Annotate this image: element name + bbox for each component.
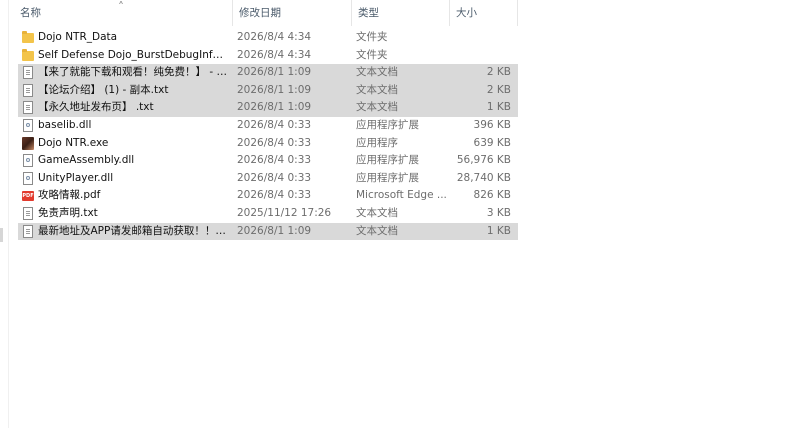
file-modified-date: 2026/8/4 0:33 <box>237 171 312 184</box>
pdf-file-icon: PDF <box>22 191 34 202</box>
file-size: 28,740 KB <box>456 171 511 184</box>
text-file-icon <box>23 83 33 97</box>
file-modified-date: 2026/8/4 0:33 <box>237 154 312 167</box>
file-size: 1 KB <box>486 101 511 114</box>
file-name: 【永久地址发布页】 .txt <box>38 101 154 114</box>
dll-file-icon <box>23 118 33 132</box>
file-row[interactable]: 【永久地址发布页】 .txt 2026/8/1 1:09 文本文档 1 KB <box>18 99 518 117</box>
file-row[interactable]: 最新地址及APP请发邮箱自动获取！！！... 2026/8/1 1:09 文本文档 1… <box>18 222 518 241</box>
file-size: 639 KB <box>473 136 511 149</box>
file-row[interactable]: Self Defense Dojo_BurstDebugInform... 202… <box>18 47 518 65</box>
column-header-date[interactable]: 修改日期 <box>233 0 352 26</box>
file-name: GameAssembly.dll <box>38 154 135 167</box>
file-size: 2 KB <box>486 83 511 96</box>
file-row[interactable]: Dojo NTR_Data 2026/8/4 4:34 文件夹 <box>18 29 518 47</box>
folder-icon <box>22 31 34 43</box>
file-modified-date: 2026/8/4 0:33 <box>237 189 312 202</box>
text-file-icon <box>23 206 33 220</box>
file-size: 1 KB <box>486 224 511 237</box>
file-row[interactable]: GameAssembly.dll 2026/8/4 0:33 应用程序扩展 56,97… <box>18 152 518 170</box>
file-size: 396 KB <box>473 118 511 131</box>
column-header-date-label: 修改日期 <box>239 7 281 19</box>
file-name: 免责声明.txt <box>38 206 98 219</box>
file-name: baselib.dll <box>38 118 92 131</box>
file-row[interactable]: baselib.dll 2026/8/4 0:33 应用程序扩展 396 KB <box>18 117 518 135</box>
file-name: Self Defense Dojo_BurstDebugInform... <box>38 48 228 61</box>
file-size: 2 KB <box>486 66 511 79</box>
column-header-type-label: 类型 <box>358 7 379 19</box>
file-modified-date: 2026/8/4 4:34 <box>237 31 312 43</box>
file-name: 最新地址及APP请发邮箱自动获取！！！... <box>38 224 228 237</box>
file-row[interactable]: Dojo NTR.exe 2026/8/4 0:33 应用程序 639 KB <box>18 135 518 153</box>
dll-file-icon <box>23 154 33 168</box>
file-size: 3 KB <box>486 206 511 219</box>
navigation-pane-edge <box>0 0 9 428</box>
file-name: Dojo NTR_Data <box>38 31 118 43</box>
file-name: 【来了就能下载和观看！纯免费！】 - 副... <box>38 66 228 79</box>
file-name: 【论坛介绍】 (1) - 副本.txt <box>38 83 169 96</box>
text-file-icon <box>23 66 33 80</box>
file-row[interactable]: PDF 攻略情報.pdf 2026/8/4 0:33 Microsoft Edge .… <box>18 187 518 205</box>
file-size: 826 KB <box>473 189 511 202</box>
file-size: 56,976 KB <box>456 154 511 167</box>
column-header-size-label: 大小 <box>456 7 477 19</box>
file-modified-date: 2026/8/4 0:33 <box>237 118 312 131</box>
file-row[interactable]: 免责声明.txt 2025/11/12 17:26 文本文档 3 KB <box>18 205 518 223</box>
file-list: Dojo NTR_Data 2026/8/4 4:34 文件夹 Self Defens… <box>18 29 518 241</box>
file-row[interactable]: 【来了就能下载和观看！纯免费！】 - 副... 2026/8/1 1:09 文本文档… <box>18 64 518 82</box>
column-header-type[interactable]: 类型 <box>352 0 450 26</box>
file-modified-date: 2026/8/4 4:34 <box>237 48 312 61</box>
file-row[interactable]: 【论坛介绍】 (1) - 副本.txt 2026/8/1 1:09 文本文档 2 KB <box>18 81 518 100</box>
dll-file-icon <box>23 171 33 185</box>
file-modified-date: 2026/8/1 1:09 <box>237 101 312 114</box>
text-file-icon <box>23 224 33 238</box>
column-header-name[interactable]: 名称 ˄ <box>14 0 233 26</box>
file-modified-date: 2026/8/1 1:09 <box>237 224 312 237</box>
file-row[interactable]: UnityPlayer.dll 2026/8/4 0:33 应用程序扩展 28,740… <box>18 170 518 188</box>
file-modified-date: 2026/8/1 1:09 <box>237 66 312 79</box>
column-header-name-label: 名称 <box>20 7 41 19</box>
column-header-bar: 名称 ˄ 修改日期 类型 大小 <box>14 0 518 26</box>
navigation-pane-marker <box>0 228 3 242</box>
file-size <box>438 47 511 65</box>
file-name: Dojo NTR.exe <box>38 136 109 149</box>
file-modified-date: 2026/8/4 0:33 <box>237 136 312 149</box>
exe-file-icon <box>22 136 34 150</box>
sort-ascending-icon: ˄ <box>118 0 124 14</box>
file-name: 攻略情報.pdf <box>38 189 101 202</box>
column-header-size[interactable]: 大小 <box>450 0 518 26</box>
file-modified-date: 2026/8/1 1:09 <box>237 83 312 96</box>
file-modified-date: 2025/11/12 17:26 <box>237 206 332 219</box>
text-file-icon <box>23 101 33 115</box>
file-size <box>438 29 511 47</box>
folder-icon <box>22 48 34 61</box>
file-name: UnityPlayer.dll <box>38 171 114 184</box>
